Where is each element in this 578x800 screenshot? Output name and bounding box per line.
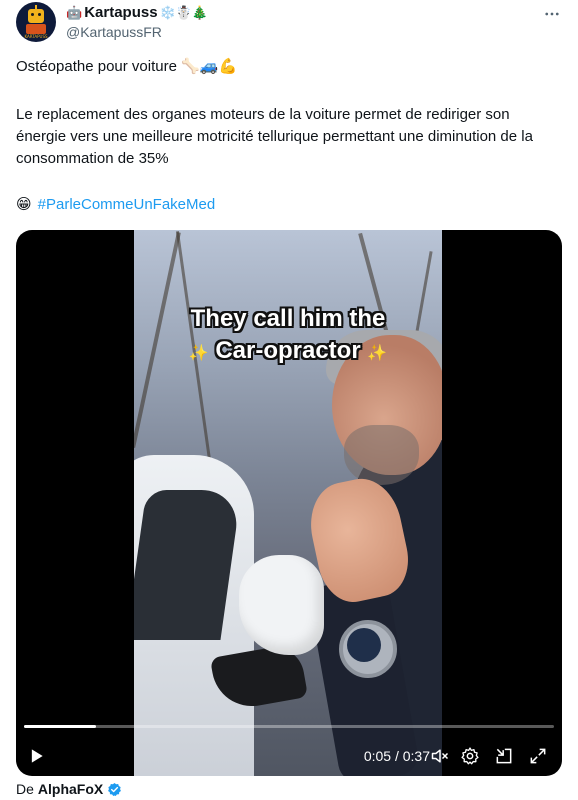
settings-gear-icon[interactable] bbox=[458, 744, 482, 768]
grin-emoji: 😁 bbox=[16, 196, 32, 213]
hashtag-row: 😁 #ParleCommeUnFakeMed bbox=[16, 195, 216, 214]
verified-badge-icon bbox=[108, 782, 122, 796]
tweet-paragraph: Le replacement des organes moteurs de la… bbox=[16, 106, 533, 167]
author-name[interactable]: Kartapuss bbox=[84, 4, 157, 21]
man-figure bbox=[284, 320, 442, 776]
minimize-icon[interactable] bbox=[492, 744, 516, 768]
video-player[interactable]: They call him the ✨ Car-opractor ✨ 0:05 … bbox=[16, 230, 562, 776]
avatar-caption: KARTAPUSS bbox=[24, 34, 48, 39]
source-name[interactable]: AlphaFoX bbox=[38, 781, 103, 797]
video-progress-fill bbox=[24, 725, 96, 728]
author-name-row[interactable]: 🤖 Kartapuss ❄️☃️🎄 bbox=[66, 4, 208, 21]
video-caption-line1: They call him the bbox=[190, 305, 386, 332]
name-suffix-emojis: ❄️☃️🎄 bbox=[159, 4, 209, 20]
avatar-bot-eye bbox=[38, 13, 41, 16]
play-icon[interactable] bbox=[24, 744, 48, 768]
tweet-line1: Ostéopathe pour voiture 🦴🚙💪 bbox=[16, 58, 238, 75]
avatar-bot-body bbox=[26, 24, 46, 34]
fullscreen-icon[interactable] bbox=[526, 744, 550, 768]
avatar[interactable]: KARTAPUSS bbox=[16, 2, 56, 42]
avatar-bot-eye bbox=[31, 13, 34, 16]
tweet-header: KARTAPUSS 🤖 Kartapuss ❄️☃️🎄 @KartapussFR bbox=[16, 0, 562, 50]
sparkle-icon: ✨ bbox=[188, 345, 209, 362]
video-source: De AlphaFoX bbox=[16, 781, 122, 797]
video-time: 0:05 / 0:37 bbox=[363, 748, 430, 764]
source-prefix: De bbox=[16, 781, 34, 797]
author-handle[interactable]: @KartapussFR bbox=[66, 24, 162, 40]
video-frame[interactable]: They call him the ✨ Car-opractor ✨ bbox=[134, 230, 442, 776]
video-progress-bar[interactable] bbox=[24, 725, 554, 728]
more-dots-icon[interactable] bbox=[542, 4, 562, 24]
avatar-bot-head bbox=[28, 9, 44, 23]
mute-icon[interactable] bbox=[428, 744, 452, 768]
video-caption-line2: ✨ Car-opractor ✨ bbox=[134, 337, 442, 368]
beard bbox=[344, 425, 419, 485]
sparkle-icon: ✨ bbox=[367, 345, 388, 362]
video-controls: 0:05 / 0:37 bbox=[16, 738, 562, 774]
hashtag-link[interactable]: #ParleCommeUnFakeMed bbox=[38, 196, 216, 213]
caption-line2-text: Car-opractor bbox=[215, 337, 361, 364]
watch-face bbox=[347, 628, 381, 662]
name-prefix-emoji: 🤖 bbox=[66, 4, 83, 20]
